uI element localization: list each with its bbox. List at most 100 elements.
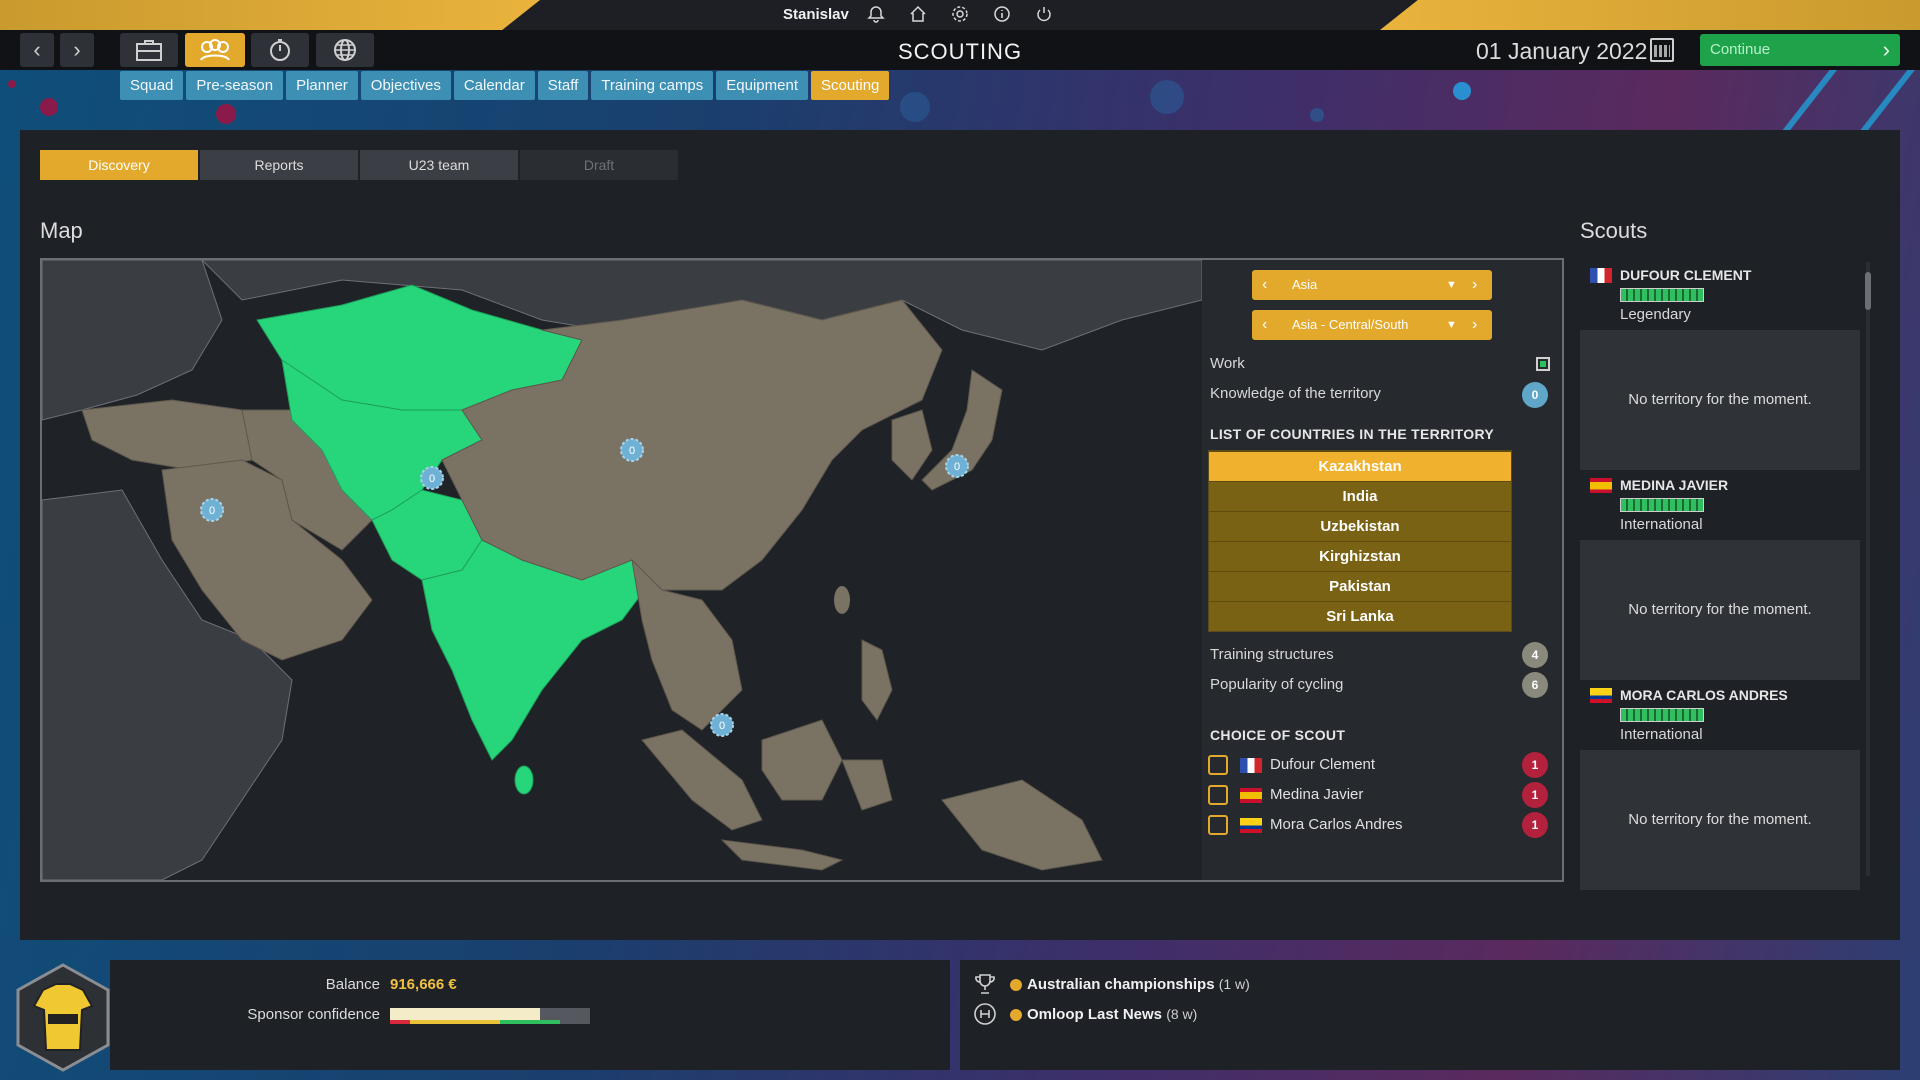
module-tabs: Squad Pre-season Planner Objectives Cale… [120,71,890,100]
balance-value: 916,666 € [390,976,457,993]
training-structures-label: Training structures [1210,646,1334,663]
spain-flag-icon [1590,478,1612,493]
countries-heading: LIST OF COUNTRIES IN THE TERRITORY [1210,426,1494,442]
event-duration: (1 w) [1218,976,1250,992]
continent-selector[interactable]: ‹ Asia ▼ › [1252,270,1492,300]
scout-choice-row[interactable]: Dufour Clement 1 [1208,752,1548,778]
event-dot-icon [1010,979,1022,991]
map-marker-count: 0 [629,445,635,457]
map-marker-count: 0 [429,473,435,485]
scout-checkbox[interactable] [1208,755,1228,775]
scout-choice-name: Mora Carlos Andres [1270,816,1403,833]
scout-cost-badge: 1 [1522,812,1548,838]
calendar-icon[interactable] [1650,38,1674,62]
scout-name[interactable]: MORA CARLOS ANDRES [1620,687,1788,703]
scout-cost-badge: 1 [1522,782,1548,808]
france-flag-icon [1240,758,1262,773]
work-indicator [1536,357,1550,371]
scout-level: International [1620,516,1703,533]
sub-tabs: Discovery Reports U23 team Draft [40,150,678,180]
country-item[interactable]: Kirghizstan [1209,541,1511,571]
scout-level-bar [1620,708,1704,722]
event-item[interactable]: Omloop Last News (8 w) [1027,1006,1197,1023]
map-marker[interactable]: 0 [620,438,644,462]
scout-territory-box: No territory for the moment. [1580,330,1860,470]
scout-level: Legendary [1620,306,1691,323]
subtab-u23-team[interactable]: U23 team [360,150,518,180]
subtab-discovery[interactable]: Discovery [40,150,198,180]
continue-label: Continue [1710,41,1771,58]
scouts-scrollbar-thumb[interactable] [1865,272,1871,310]
scout-checkbox[interactable] [1208,785,1228,805]
scout-name[interactable]: MEDINA JAVIER [1620,477,1728,493]
colombia-flag-icon [1240,818,1262,833]
scout-choice-name: Dufour Clement [1270,756,1376,773]
country-item[interactable]: Sri Lanka [1209,601,1511,631]
scout-choice-row[interactable]: Medina Javier 1 [1208,782,1548,808]
country-item[interactable]: Uzbekistan [1209,511,1511,541]
power-icon[interactable] [1034,5,1054,25]
current-date: 01 January 2022 [1476,38,1648,64]
knowledge-label: Knowledge of the territory [1210,385,1381,402]
balance-label: Balance [325,976,380,993]
sponsor-confidence-bar [390,1008,590,1024]
tab-squad[interactable]: Squad [120,71,184,100]
scout-choice-row[interactable]: Mora Carlos Andres 1 [1208,812,1548,838]
map-marker[interactable]: 0 [710,713,734,737]
tab-objectives[interactable]: Objectives [360,71,451,100]
map-heading: Map [40,218,83,243]
continue-button[interactable]: Continue › [1700,34,1900,66]
scouts-scrollbar[interactable] [1866,262,1870,876]
subtab-draft: Draft [520,150,678,180]
race-icon [972,1002,998,1026]
tab-pre-season[interactable]: Pre-season [186,71,284,100]
tab-planner[interactable]: Planner [286,71,358,100]
tab-scouting[interactable]: Scouting [811,71,890,100]
country-list: Kazakhstan India Uzbekistan Kirghizstan … [1208,450,1512,632]
country-item[interactable]: Kazakhstan [1209,451,1511,481]
event-item[interactable]: Australian championships (1 w) [1027,976,1250,993]
scout-checkbox[interactable] [1208,815,1228,835]
map-marker-count: 0 [719,720,725,732]
chevron-down-icon[interactable]: ▼ [1446,270,1457,300]
gear-icon[interactable] [950,5,970,25]
region-selector[interactable]: ‹ Asia - Central/South ▼ › [1252,310,1492,340]
map-marker[interactable]: 0 [200,498,224,522]
map-marker-count: 0 [954,461,960,473]
chevron-right-icon[interactable]: › [1472,270,1477,300]
country-item[interactable]: India [1209,481,1511,511]
chevron-right-icon[interactable]: › [1472,310,1477,340]
team-jersey-icon[interactable] [8,960,118,1075]
popularity-badge: 6 [1522,672,1548,698]
event-name: Australian championships [1027,976,1215,993]
continent-value: Asia [1292,277,1318,292]
tab-training-camps[interactable]: Training camps [591,71,714,100]
chevron-down-icon[interactable]: ▼ [1446,310,1457,340]
chevron-left-icon[interactable]: ‹ [1262,310,1267,340]
france-flag-icon [1590,268,1612,283]
chevron-right-icon: › [1882,37,1890,62]
knowledge-badge: 0 [1522,382,1548,408]
scout-name[interactable]: DUFOUR CLEMENT [1620,267,1751,283]
map-marker[interactable]: 0 [420,466,444,490]
region-value: Asia - Central/South [1292,317,1409,332]
bell-icon[interactable] [866,5,886,25]
tab-calendar[interactable]: Calendar [453,71,535,100]
map-marker[interactable]: 0 [945,454,969,478]
tab-equipment[interactable]: Equipment [716,71,808,100]
sponsor-confidence-scale [390,1020,590,1024]
event-name: Omloop Last News [1027,1006,1163,1023]
chevron-left-icon[interactable]: ‹ [1262,270,1267,300]
training-structures-badge: 4 [1522,642,1548,668]
event-duration: (8 w) [1166,1006,1198,1022]
info-icon[interactable] [992,5,1012,25]
popularity-label: Popularity of cycling [1210,676,1344,693]
subtab-reports[interactable]: Reports [200,150,358,180]
sponsor-confidence-fill [390,1008,540,1020]
tab-staff[interactable]: Staff [537,71,589,100]
sponsor-confidence-label: Sponsor confidence [247,1006,380,1023]
asia-map[interactable]: 0 0 0 0 0 [42,260,1202,880]
colombia-flag-icon [1590,688,1612,703]
home-icon[interactable] [908,5,928,25]
country-item[interactable]: Pakistan [1209,571,1511,601]
